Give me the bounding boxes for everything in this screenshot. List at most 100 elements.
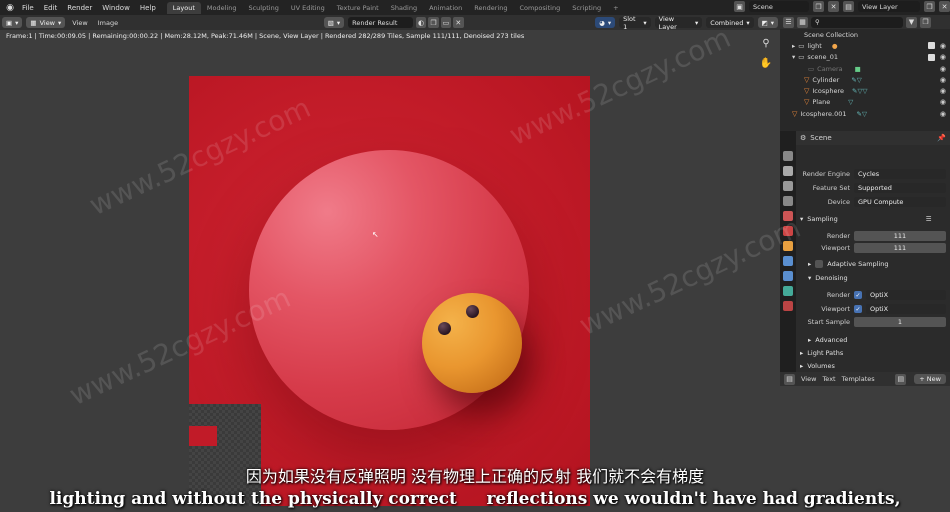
new-collection-icon[interactable]: ❐ (920, 16, 931, 28)
visibility-eye-icon[interactable]: ◉ (940, 110, 946, 118)
display-channels-dropdown[interactable]: ◕ ▾ (595, 17, 616, 28)
filter-icon[interactable]: ▼ (906, 16, 917, 28)
tab-compositing[interactable]: Compositing (513, 2, 566, 14)
physics-tab-icon[interactable] (783, 286, 793, 296)
pass-dropdown[interactable]: Combined ▾ (706, 17, 754, 28)
exclude-checkbox[interactable] (928, 42, 935, 50)
tab-modeling[interactable]: Modeling (201, 2, 243, 14)
image-viewport[interactable]: ↖ ⚲ ✋ (0, 30, 780, 512)
sampling-panel-header[interactable]: ▾ Sampling ☰ (800, 215, 932, 223)
world-tab-icon[interactable] (783, 226, 793, 236)
list-item[interactable]: Scene Collection (780, 29, 950, 40)
menu-render[interactable]: Render (62, 4, 97, 12)
render-samples-field[interactable]: 111 (854, 231, 946, 241)
adaptive-sampling-checkbox[interactable] (815, 260, 824, 268)
menu-file[interactable]: File (17, 4, 39, 12)
scene-tab-icon[interactable] (783, 211, 793, 221)
visibility-eye-icon[interactable]: ◉ (940, 53, 946, 61)
scene-copy-icon[interactable]: ❐ (813, 1, 824, 12)
unlink-image-icon[interactable]: ✕ (453, 17, 464, 28)
menu-image[interactable]: Image (93, 19, 123, 27)
list-item[interactable]: ▽ Plane ▽ ◉ (780, 97, 950, 108)
denoise-viewport-checkbox[interactable]: ✓ (854, 305, 862, 313)
blender-logo-icon[interactable]: ◉ (3, 1, 17, 15)
object-tab-icon[interactable] (783, 241, 793, 251)
tool-tab-icon[interactable] (783, 151, 793, 161)
menu-view[interactable]: View (67, 19, 92, 27)
outliner-editor-icon[interactable]: ☰ (783, 16, 794, 28)
layer-dropdown[interactable]: View Layer ▾ (654, 15, 703, 31)
tab-rendering[interactable]: Rendering (468, 2, 513, 14)
scene-field[interactable]: Scene (749, 1, 809, 12)
add-workspace-button[interactable]: + (607, 2, 624, 14)
editor-type-dropdown[interactable]: ▣ ▾ (2, 17, 23, 28)
exclude-checkbox[interactable] (928, 53, 935, 61)
tab-sculpting[interactable]: Sculpting (242, 2, 284, 14)
menu-help[interactable]: Help (135, 4, 161, 12)
device-dropdown[interactable]: GPU Compute (854, 197, 946, 207)
menu-view[interactable]: View (801, 375, 816, 383)
image-browse-dropdown[interactable]: ▧ ▾ (323, 17, 345, 28)
advanced-header[interactable]: ▸ Advanced (808, 336, 847, 344)
texture-tab-icon[interactable] (783, 301, 793, 311)
list-item[interactable]: ▾ ▭ scene_01 ◉ (780, 52, 950, 63)
view-layer-close-icon[interactable]: ✕ (939, 1, 950, 12)
list-item[interactable]: ▸ ▭ light ● ◉ (780, 40, 950, 51)
display-mode-icon[interactable]: ▦ (797, 16, 808, 28)
gizmo-toggle[interactable]: ◩ ▾ (757, 17, 779, 28)
denoise-render-checkbox[interactable]: ✓ (854, 291, 862, 299)
zoom-icon[interactable]: ⚲ (759, 36, 773, 50)
start-sample-field[interactable]: 1 (854, 317, 946, 327)
new-image-icon[interactable]: ❐ (428, 17, 439, 28)
view-mode-dropdown[interactable]: ▦ View ▾ (26, 17, 66, 28)
output-tab-icon[interactable] (783, 181, 793, 191)
pin-icon[interactable]: 📌 (937, 134, 946, 142)
tab-texture-paint[interactable]: Texture Paint (331, 2, 385, 14)
denoise-render-dropdown[interactable]: OptiX (866, 290, 946, 300)
render-tab-icon[interactable] (783, 166, 793, 176)
outliner-search-input[interactable]: ⚲ (811, 16, 903, 28)
tab-layout[interactable]: Layout (166, 1, 201, 14)
open-folder-icon[interactable]: ▭ (440, 17, 452, 28)
menu-edit[interactable]: Edit (39, 4, 63, 12)
view-layer-icon[interactable]: ▤ (843, 1, 854, 12)
render-engine-dropdown[interactable]: Cycles (854, 169, 946, 179)
slot-dropdown[interactable]: Slot 1 ▾ (619, 15, 651, 31)
list-item[interactable]: ▽ Icosphere ✎▽▽ ◉ (780, 85, 950, 96)
visibility-eye-icon[interactable]: ◉ (940, 65, 946, 73)
visibility-eye-icon[interactable]: ◉ (940, 76, 946, 84)
adaptive-sampling-header[interactable]: ▸ Adaptive Sampling (808, 260, 889, 268)
light-paths-header[interactable]: ▸ Light Paths (800, 349, 843, 357)
tab-scripting[interactable]: Scripting (566, 2, 607, 14)
new-text-button[interactable]: + New (914, 374, 946, 384)
list-item[interactable]: ▭ Camera ■ ◉ (780, 63, 950, 74)
list-icon[interactable]: ☰ (926, 215, 932, 223)
tab-animation[interactable]: Animation (423, 2, 468, 14)
fake-user-icon[interactable]: ◐ (415, 17, 427, 28)
text-browse-icon[interactable]: ▤ (895, 373, 907, 385)
denoise-viewport-dropdown[interactable]: OptiX (866, 304, 946, 314)
view-layer-copy-icon[interactable]: ❐ (924, 1, 935, 12)
visibility-eye-icon[interactable]: ◉ (940, 42, 946, 50)
text-editor-icon[interactable]: ▤ (784, 373, 795, 385)
menu-templates[interactable]: Templates (842, 375, 875, 383)
modifier-tab-icon[interactable] (783, 256, 793, 266)
volumes-header[interactable]: ▸ Volumes (800, 362, 835, 370)
menu-window[interactable]: Window (97, 4, 135, 12)
visibility-eye-icon[interactable]: ◉ (940, 98, 946, 106)
viewport-samples-field[interactable]: 111 (854, 243, 946, 253)
particles-tab-icon[interactable] (783, 271, 793, 281)
image-name-field[interactable]: Render Result (348, 17, 413, 28)
denoising-header[interactable]: ▾ Denoising (808, 274, 848, 282)
view-layer-tab-icon[interactable] (783, 196, 793, 206)
tab-uv-editing[interactable]: UV Editing (285, 2, 331, 14)
visibility-eye-icon[interactable]: ◉ (940, 87, 946, 95)
list-item[interactable]: ▽ Cylinder ✎▽ ◉ (780, 74, 950, 85)
scene-icon[interactable]: ▣ (734, 1, 745, 12)
list-item[interactable]: ▽ Icosphere.001 ✎▽ ◉ (780, 108, 950, 119)
pan-hand-icon[interactable]: ✋ (759, 56, 773, 70)
feature-set-dropdown[interactable]: Supported (854, 183, 946, 193)
view-layer-field[interactable]: View Layer (858, 1, 920, 12)
tab-shading[interactable]: Shading (385, 2, 423, 14)
scene-close-icon[interactable]: ✕ (828, 1, 839, 12)
